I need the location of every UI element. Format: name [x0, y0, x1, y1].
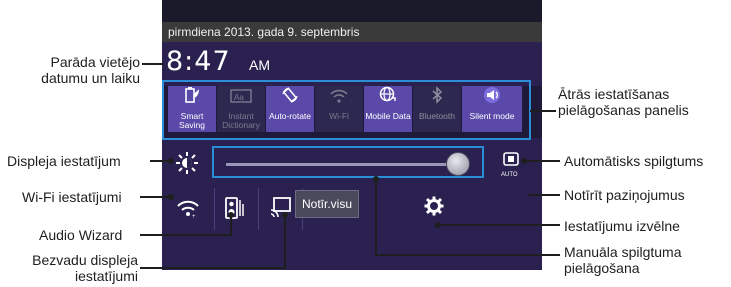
status-strip — [162, 0, 542, 22]
annotation-line: iestatījumi — [74, 268, 138, 284]
annotation-line: Manuāla spilgtuma — [564, 244, 682, 260]
svg-text:+: + — [192, 214, 196, 218]
leader-dot — [168, 158, 174, 164]
annotation-audio-wizard: Audio Wizard — [39, 227, 123, 243]
annotation-clear-notifications: Notīrīt paziņojumus — [564, 187, 685, 203]
wifi-settings-icon[interactable]: + — [176, 198, 200, 224]
wireless-display-icon[interactable] — [270, 196, 292, 224]
lower-panel — [162, 230, 542, 270]
annotation-auto-brightness: Automātisks spilgtums — [564, 153, 704, 169]
annotation-settings-menu: Iestatījumu izvēlne — [564, 218, 680, 234]
leader-dot — [435, 222, 441, 228]
annotation-manual-brightness: Manuāla spilgtuma pielāgošana — [564, 244, 682, 276]
annotation-wireless-display: Bezvadu displeja iestatījumi — [4, 252, 138, 284]
leader-line — [530, 110, 556, 112]
annotation-line: pielāgošanas panelis — [558, 102, 689, 118]
leader-dot — [228, 212, 234, 218]
leader-line — [528, 194, 560, 196]
annotation-line: pielāgošana — [564, 260, 640, 276]
leader-dot — [282, 212, 288, 218]
leader-line — [375, 178, 377, 256]
annotation-line: Ātrās iestatīšanas — [558, 86, 670, 102]
annotation-quick-settings-panel: Ātrās iestatīšanas pielāgošanas panelis — [558, 86, 689, 118]
leader-line — [375, 254, 560, 256]
clock-time: 8:47 — [166, 46, 231, 77]
date-line: pirmdiena 2013. gada 9. septembris — [162, 22, 542, 42]
settings-gear-icon[interactable] — [424, 196, 444, 222]
leader-line — [140, 196, 170, 198]
annotation-line: Parāda vietējo — [50, 54, 140, 70]
leader-line — [140, 267, 286, 269]
leader-line — [284, 214, 286, 269]
brightness-icon[interactable] — [176, 152, 198, 179]
annotation-local-date-time: Parāda vietējo datumu un laiku — [34, 54, 140, 86]
divider — [258, 188, 259, 230]
leader-line — [524, 160, 560, 162]
annotation-wifi-settings: Wi-Fi iestatījumi — [22, 189, 122, 205]
divider — [214, 188, 215, 230]
annotation-line: datumu un laiku — [41, 70, 140, 86]
callout-brightness-slider — [212, 146, 484, 178]
audio-wizard-icon[interactable] — [225, 196, 245, 226]
clear-notifications-button[interactable]: Notīr.visu — [295, 190, 359, 218]
clock-ampm: AM — [249, 57, 270, 73]
leader-dot — [521, 158, 527, 164]
callout-quick-settings — [162, 80, 531, 140]
leader-dot — [373, 176, 379, 182]
auto-label: AUTO — [501, 172, 518, 178]
leader-line — [150, 160, 170, 162]
annotation-line: Bezvadu displeja — [32, 252, 138, 268]
leader-line — [142, 63, 164, 65]
leader-line — [140, 234, 232, 236]
leader-dot — [168, 194, 174, 200]
leader-line — [438, 224, 560, 226]
annotation-display-settings: Displeja iestatījum — [7, 153, 121, 169]
